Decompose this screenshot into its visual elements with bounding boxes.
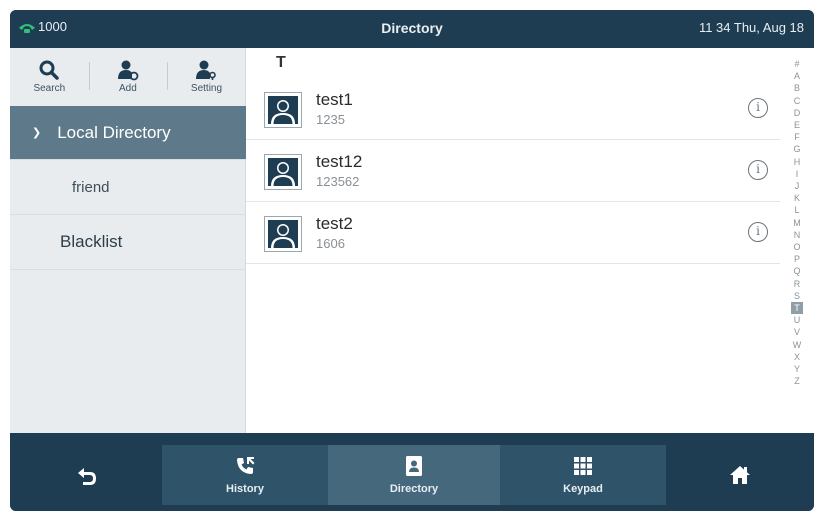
person-icon xyxy=(268,220,298,248)
index-letter[interactable]: R xyxy=(791,278,803,290)
contact-name: test1 xyxy=(316,90,353,109)
sidebar-item-blacklist[interactable]: Blacklist xyxy=(10,215,246,270)
phone-screen: 1000 Directory 11 34 Thu, Aug 18 Search xyxy=(10,10,814,511)
index-letter[interactable]: B xyxy=(791,82,803,94)
contact-setting-icon xyxy=(196,60,217,80)
index-letter[interactable]: D xyxy=(791,107,803,119)
avatar xyxy=(264,154,302,190)
status-bar: 1000 Directory 11 34 Thu, Aug 18 xyxy=(10,10,814,48)
index-letter[interactable]: E xyxy=(791,119,803,131)
softkey-bar: History Directory Keypad xyxy=(10,433,814,511)
info-icon[interactable]: i xyxy=(748,98,768,118)
index-letter[interactable]: N xyxy=(791,229,803,241)
home-icon xyxy=(730,466,750,484)
index-letter[interactable]: C xyxy=(791,95,803,107)
contact-name: test12 xyxy=(316,152,363,171)
index-letter[interactable]: T xyxy=(791,302,803,315)
index-letter[interactable]: I xyxy=(791,168,803,180)
toolbar: Search Add Setting xyxy=(10,48,246,104)
contact-name: test2 xyxy=(316,214,353,233)
contact-list: T test1 1235 i test12 123562 i test2 160… xyxy=(246,48,780,433)
avatar xyxy=(264,92,302,128)
back-arrow-icon xyxy=(78,468,96,485)
keypad-label: Keypad xyxy=(563,483,603,495)
setting-label: Setting xyxy=(190,82,223,94)
sidebar-item-label: Local Directory xyxy=(57,122,171,142)
home-button[interactable] xyxy=(666,445,814,505)
back-button[interactable] xyxy=(10,445,162,505)
index-letter[interactable]: K xyxy=(791,192,803,204)
index-letter[interactable]: F xyxy=(791,131,803,143)
alphabet-index[interactable]: # A B C D E F G H I J K L M N O P Q R S T U V W X Y Z xyxy=(788,58,806,387)
add-button[interactable]: Add xyxy=(88,48,168,104)
history-softkey[interactable]: History xyxy=(162,445,328,505)
add-contact-icon xyxy=(117,60,139,80)
list-item[interactable]: test1 1235 i xyxy=(246,78,780,140)
index-letter[interactable]: H xyxy=(791,156,803,168)
sidebar-item-local-directory[interactable]: ❯ Local Directory xyxy=(10,106,246,160)
index-letter[interactable]: # xyxy=(791,58,803,70)
list-item[interactable]: test2 1606 i xyxy=(246,202,780,264)
person-icon xyxy=(268,158,298,186)
index-letter[interactable]: W xyxy=(791,339,803,351)
chevron-down-icon: ❯ xyxy=(32,127,42,139)
section-header: T xyxy=(276,54,286,71)
sidebar-item-friend[interactable]: friend xyxy=(10,160,246,215)
device-frame: 1000 Directory 11 34 Thu, Aug 18 Search xyxy=(0,0,824,521)
add-label: Add xyxy=(118,82,137,94)
search-button[interactable]: Search xyxy=(10,48,89,104)
call-history-icon xyxy=(237,457,255,474)
contact-number: 1235 xyxy=(316,112,345,127)
person-icon xyxy=(268,96,298,124)
index-letter[interactable]: A xyxy=(791,70,803,82)
directory-label: Directory xyxy=(389,483,439,495)
contact-number: 123562 xyxy=(316,174,360,189)
index-letter[interactable]: O xyxy=(791,241,803,253)
index-letter[interactable]: Q xyxy=(791,265,803,277)
search-icon xyxy=(39,60,60,80)
page-title: Directory xyxy=(381,20,443,36)
clock: 11 34 Thu, Aug 18 xyxy=(698,20,804,35)
sidebar-item-label: friend xyxy=(72,178,110,196)
index-letter[interactable]: Y xyxy=(791,363,803,375)
search-label: Search xyxy=(33,82,66,94)
info-icon[interactable]: i xyxy=(748,222,768,242)
setting-button[interactable]: Setting xyxy=(167,48,246,104)
index-letter[interactable]: X xyxy=(791,351,803,363)
sidebar-item-label: Blacklist xyxy=(60,232,123,251)
sidebar: Search Add Setting ❯ Local Directory fri… xyxy=(10,48,246,433)
directory-book-icon xyxy=(406,456,422,476)
info-icon[interactable]: i xyxy=(748,160,768,180)
avatar xyxy=(264,216,302,252)
index-letter[interactable]: M xyxy=(791,217,803,229)
index-letter[interactable]: J xyxy=(791,180,803,192)
keypad-icon xyxy=(574,457,592,475)
history-label: History xyxy=(226,483,264,495)
index-letter[interactable]: G xyxy=(791,143,803,155)
index-letter[interactable]: S xyxy=(791,290,803,302)
index-letter[interactable]: Z xyxy=(791,375,803,387)
contact-number: 1606 xyxy=(316,236,345,251)
index-letter[interactable]: P xyxy=(791,253,803,265)
index-letter[interactable]: L xyxy=(791,204,803,216)
content-area: Search Add Setting ❯ Local Directory fri… xyxy=(10,48,814,433)
directory-softkey[interactable]: Directory xyxy=(328,445,500,505)
list-item[interactable]: test12 123562 i xyxy=(246,140,780,202)
index-letter[interactable]: V xyxy=(791,326,803,338)
index-letter[interactable]: U xyxy=(791,314,803,326)
keypad-softkey[interactable]: Keypad xyxy=(500,445,666,505)
